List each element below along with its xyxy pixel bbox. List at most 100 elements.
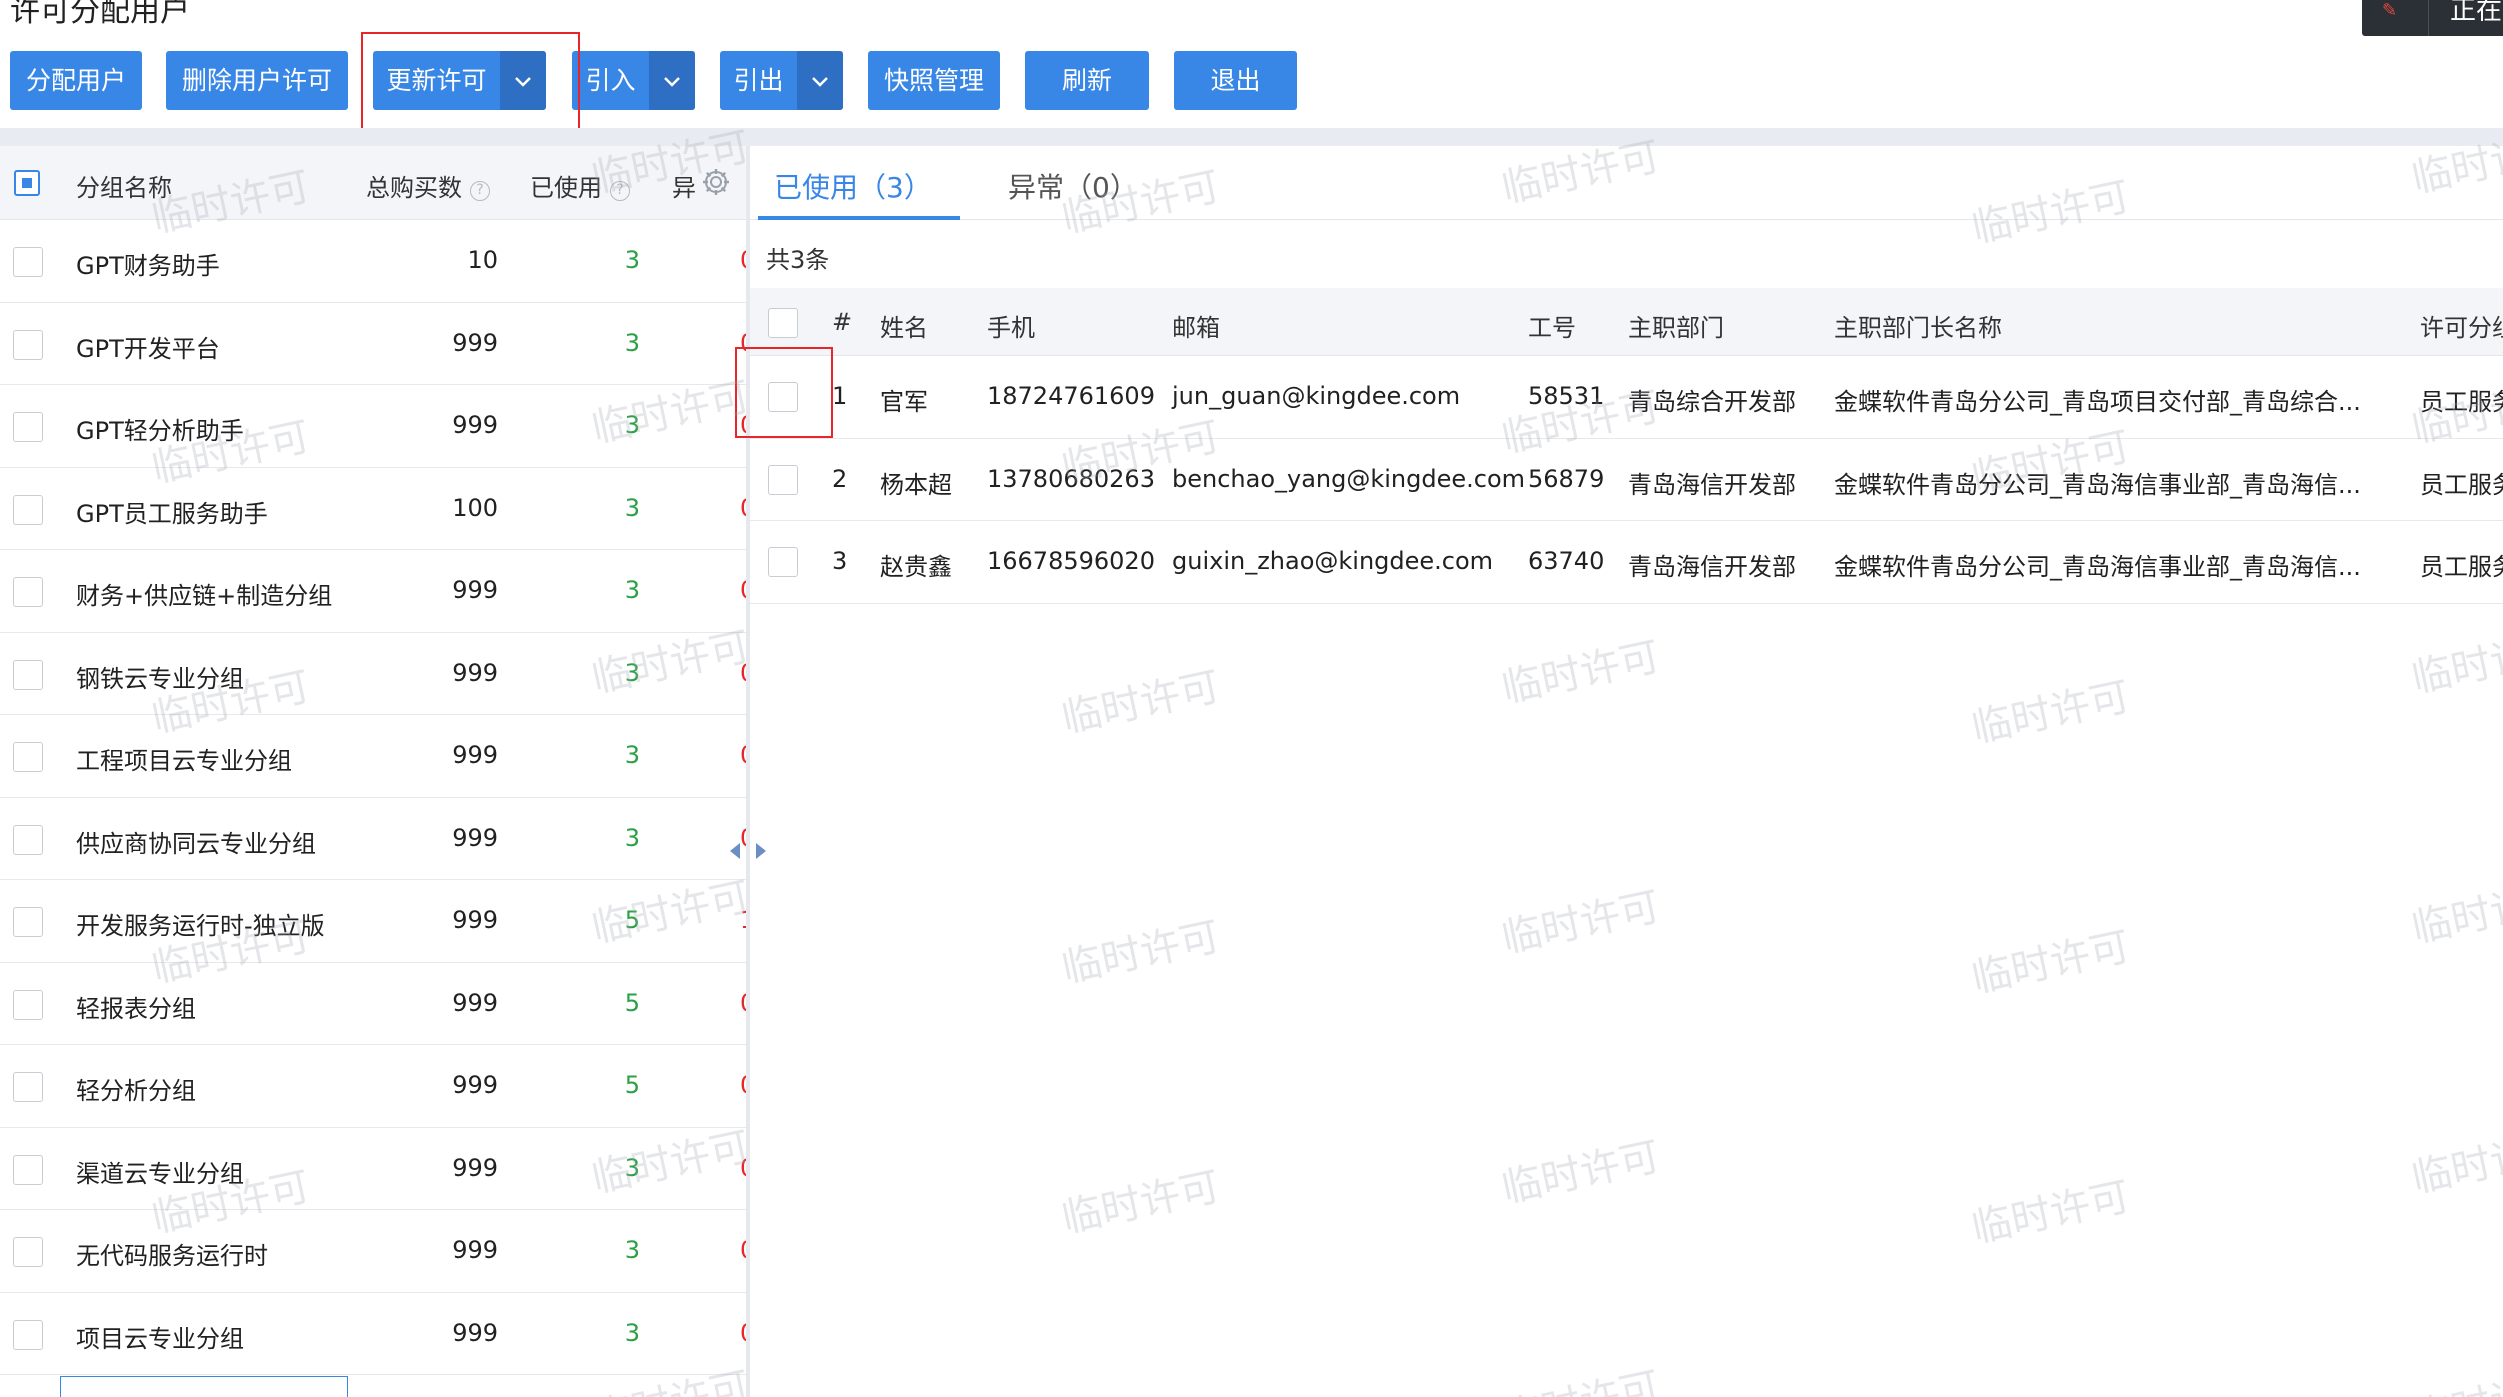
group-row[interactable]: 无代码服务运行时99930 <box>0 1210 746 1293</box>
user-phone: 13780680263 <box>987 464 1155 493</box>
delete-user-license-button[interactable]: 删除用户许可 <box>166 51 348 110</box>
user-employee-no: 56879 <box>1528 464 1605 493</box>
user-email: jun_guan@kingdee.com <box>1172 382 1461 410</box>
row-checkbox[interactable] <box>13 1237 43 1267</box>
group-used: 3 <box>624 1318 640 1347</box>
import-label: 引入 <box>585 66 636 95</box>
group-used: 3 <box>624 493 640 522</box>
highlight-box-row-checkbox <box>735 347 833 438</box>
user-row[interactable]: 1 官军 18724761609 jun_guan@kingdee.com 58531 青… <box>750 356 2503 439</box>
group-row[interactable]: 开发服务运行时-独立版99951 <box>0 880 746 963</box>
user-row[interactable]: 3 赵贵鑫 16678596020 guixin_zhao@kingdee.com 63… <box>750 521 2503 604</box>
group-total: 999 <box>452 1318 498 1347</box>
group-row[interactable]: 财务+供应链+制造分组99930 <box>0 550 746 633</box>
user-phone: 16678596020 <box>987 547 1155 575</box>
row-index: 1 <box>832 382 848 410</box>
divider <box>2428 0 2429 36</box>
row-checkbox[interactable] <box>13 742 43 772</box>
header-employee-no: 工号 <box>1528 314 1576 342</box>
group-row[interactable]: 供应商协同云专业分组99930 <box>0 798 746 880</box>
user-name: 官军 <box>880 388 928 416</box>
header-department-full: 主职部门长名称 <box>1834 314 2002 342</box>
row-checkbox[interactable] <box>13 577 43 607</box>
group-row[interactable]: GPT开发平台99930 <box>0 303 746 385</box>
group-name: GPT员工服务助手 <box>76 499 268 528</box>
horizontal-scroll-thumb[interactable] <box>60 1376 348 1397</box>
group-total: 999 <box>452 411 498 439</box>
import-button[interactable]: 引入 <box>572 51 695 110</box>
chevron-down-icon[interactable] <box>649 51 695 110</box>
tab-bar: 已使用（3） 异常（0） <box>750 146 2503 220</box>
group-list-panel: 分组名称 总购买数? 已使用? 异 GPT财务助手1030GPT开发平台9993… <box>0 146 746 1397</box>
group-name: 轻报表分组 <box>76 994 196 1023</box>
group-total: 100 <box>452 493 498 522</box>
group-row[interactable]: 轻报表分组99950 <box>0 963 746 1045</box>
header-index: # <box>832 308 853 336</box>
row-checkbox[interactable] <box>13 1154 43 1185</box>
row-checkbox[interactable] <box>768 547 798 577</box>
group-total: 999 <box>452 823 498 852</box>
highlight-box-update-license <box>361 32 580 136</box>
row-checkbox[interactable] <box>13 494 43 525</box>
refresh-button[interactable]: 刷新 <box>1025 51 1149 110</box>
gear-icon[interactable] <box>700 166 732 198</box>
group-used: 5 <box>624 1071 640 1099</box>
snapshot-manage-button[interactable]: 快照管理 <box>868 51 1000 110</box>
group-used: 3 <box>624 823 640 852</box>
row-checkbox[interactable] <box>13 989 43 1020</box>
group-row[interactable]: GPT员工服务助手10030 <box>0 468 746 550</box>
group-row[interactable]: 钢铁云专业分组99930 <box>0 633 746 715</box>
row-checkbox[interactable] <box>13 329 43 360</box>
user-phone: 18724761609 <box>987 382 1155 410</box>
group-row[interactable]: 轻分析分组99950 <box>0 1045 746 1128</box>
group-used: 3 <box>624 1236 640 1264</box>
help-icon[interactable]: ? <box>610 181 630 201</box>
active-tab-indicator <box>758 216 960 220</box>
header-department: 主职部门 <box>1628 314 1724 342</box>
group-row[interactable]: 项目云专业分组99930 <box>0 1293 746 1375</box>
select-all-checkbox[interactable] <box>14 170 40 196</box>
group-used: 3 <box>624 328 640 357</box>
row-checkbox[interactable] <box>13 247 43 277</box>
row-index: 3 <box>832 547 848 575</box>
user-detail-panel: 已使用（3） 异常（0） 共3条 # 姓名 手机 邮箱 工号 主职部门 主职部门… <box>750 146 2503 1397</box>
chevron-down-icon[interactable] <box>797 51 843 110</box>
group-name: 渠道云专业分组 <box>76 1159 244 1188</box>
group-used: 3 <box>624 741 640 769</box>
group-name: 财务+供应链+制造分组 <box>76 582 333 610</box>
group-used: 3 <box>624 576 640 604</box>
group-used: 3 <box>624 411 640 439</box>
tab-used[interactable]: 已使用（3） <box>774 166 932 206</box>
group-total: 999 <box>452 658 498 687</box>
group-row[interactable]: GPT财务助手1030 <box>0 220 746 303</box>
export-button[interactable]: 引出 <box>720 51 843 110</box>
group-row[interactable]: 渠道云专业分组99930 <box>0 1128 746 1210</box>
select-all-checkbox[interactable] <box>768 308 798 338</box>
row-checkbox[interactable] <box>13 659 43 690</box>
group-used: 3 <box>624 246 640 274</box>
assign-user-button[interactable]: 分配用户 <box>10 51 142 110</box>
user-employee-no: 58531 <box>1528 382 1605 410</box>
row-checkbox[interactable] <box>768 464 798 495</box>
group-row[interactable]: 工程项目云专业分组99930 <box>0 715 746 798</box>
group-name: GPT轻分析助手 <box>76 417 244 445</box>
group-row[interactable]: GPT轻分析助手99930 <box>0 385 746 468</box>
row-checkbox[interactable] <box>13 907 43 937</box>
header-license-group: 许可分组 <box>2420 314 2503 342</box>
group-name: 工程项目云专业分组 <box>76 747 292 775</box>
user-department-full: 金蝶软件青岛分公司_青岛项目交付部_青岛综合... <box>1834 388 2361 416</box>
top-right-widget[interactable]: ✎ 正在 <box>2362 0 2503 36</box>
user-employee-no: 63740 <box>1528 547 1605 575</box>
row-checkbox[interactable] <box>13 1072 43 1102</box>
user-row[interactable]: 2 杨本超 13780680263 benchao_yang@kingdee.com 5… <box>750 439 2503 521</box>
mic-off-icon[interactable]: ✎ <box>2382 2 2410 22</box>
row-checkbox[interactable] <box>13 412 43 442</box>
group-used: 3 <box>624 658 640 687</box>
help-icon[interactable]: ? <box>470 181 490 201</box>
group-used: 5 <box>624 988 640 1017</box>
exit-button[interactable]: 退出 <box>1174 51 1297 110</box>
tab-abnormal[interactable]: 异常（0） <box>1008 166 1138 206</box>
row-checkbox[interactable] <box>13 824 43 855</box>
row-checkbox[interactable] <box>13 1319 43 1350</box>
group-total: 999 <box>452 576 498 604</box>
